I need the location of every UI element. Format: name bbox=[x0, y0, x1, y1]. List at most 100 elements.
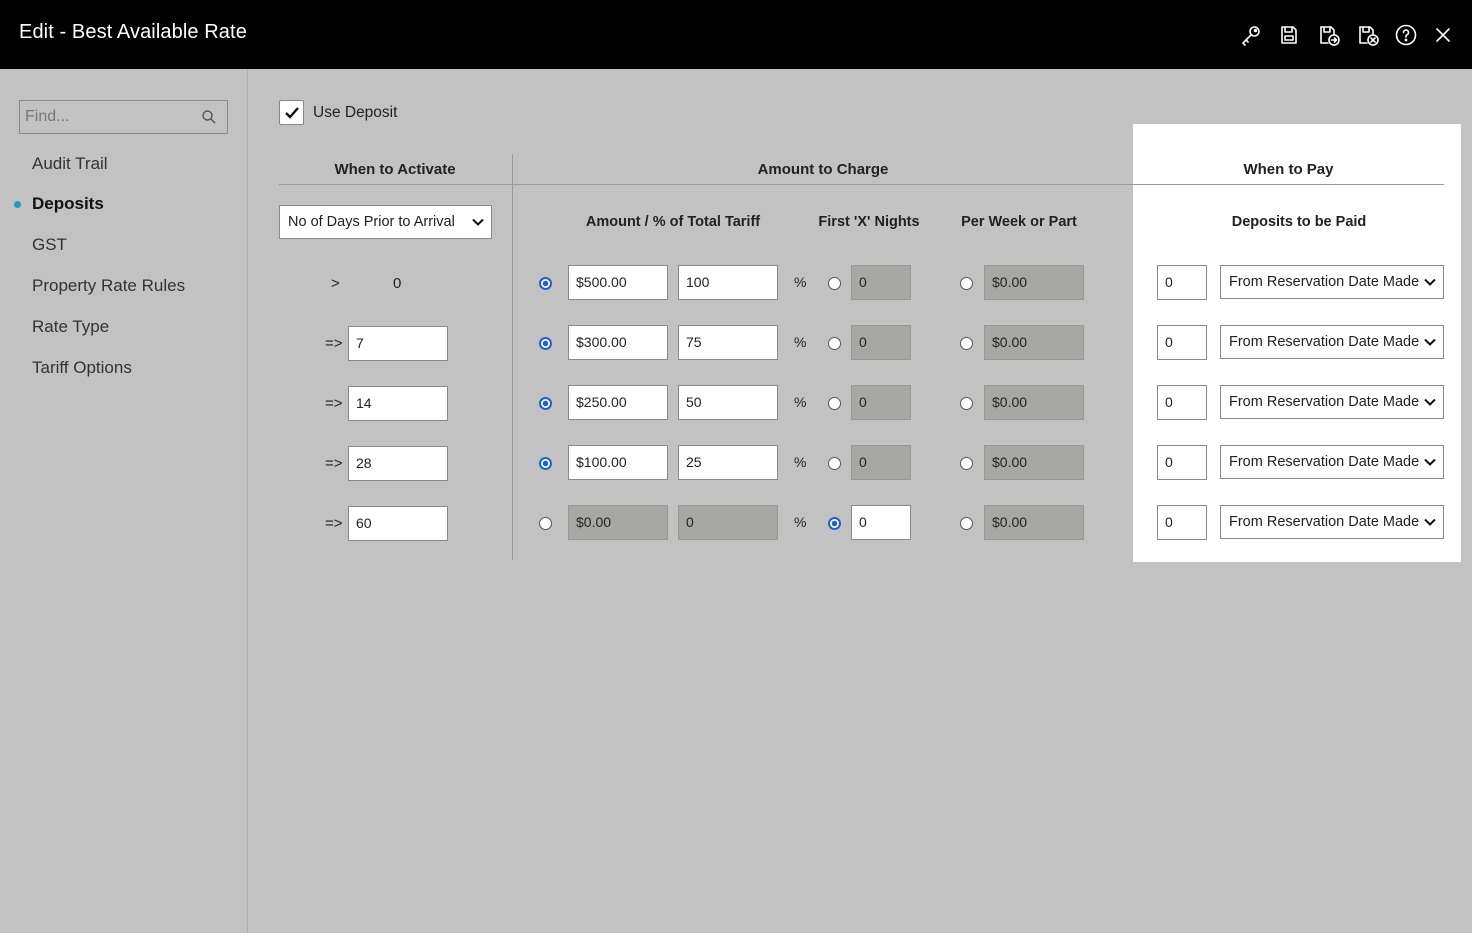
sidebar-item-gst[interactable]: GST bbox=[32, 235, 67, 255]
per-week-radio[interactable] bbox=[960, 277, 973, 290]
percent-field[interactable]: 75 bbox=[678, 325, 778, 360]
per-week-field: $0.00 bbox=[984, 505, 1084, 540]
pay-from-select[interactable]: From Reservation Date Made bbox=[1220, 505, 1444, 539]
save-and-close-icon[interactable] bbox=[1355, 22, 1381, 48]
pay-days-field[interactable]: 0 bbox=[1157, 445, 1207, 480]
sidebar-item-property-rate-rules[interactable]: Property Rate Rules bbox=[32, 276, 185, 296]
sidebar-item-tariff-options[interactable]: Tariff Options bbox=[32, 358, 132, 378]
row-operator: => bbox=[325, 455, 343, 472]
pay-days-field[interactable]: 0 bbox=[1157, 385, 1207, 420]
pay-from-select[interactable]: From Reservation Date Made bbox=[1220, 385, 1444, 419]
chevron-down-icon bbox=[472, 218, 484, 226]
row-days-field[interactable]: 7 bbox=[348, 326, 448, 361]
chevron-down-icon bbox=[1424, 518, 1436, 526]
per-week-radio[interactable] bbox=[960, 457, 973, 470]
pay-days-field[interactable]: 0 bbox=[1157, 505, 1207, 540]
nights-radio[interactable] bbox=[828, 397, 841, 410]
use-deposit-checkbox[interactable] bbox=[279, 100, 304, 125]
column-divider bbox=[512, 154, 513, 560]
search-input[interactable] bbox=[20, 101, 200, 133]
percent-field[interactable]: 25 bbox=[678, 445, 778, 480]
use-deposit-label: Use Deposit bbox=[313, 104, 398, 121]
amount-field[interactable]: $100.00 bbox=[568, 445, 668, 480]
percent-sign: % bbox=[794, 394, 807, 410]
row-days-value: 0 bbox=[393, 275, 402, 292]
per-week-field: $0.00 bbox=[984, 385, 1084, 420]
sidebar-item-deposits[interactable]: Deposits bbox=[32, 194, 104, 214]
chevron-down-icon bbox=[1424, 338, 1436, 346]
row-operator: => bbox=[325, 395, 343, 412]
window-title: Edit - Best Available Rate bbox=[19, 21, 247, 43]
amount-field[interactable]: $300.00 bbox=[568, 325, 668, 360]
per-week-field: $0.00 bbox=[984, 325, 1084, 360]
row-days-field[interactable]: 14 bbox=[348, 386, 448, 421]
chevron-down-icon bbox=[1424, 458, 1436, 466]
activate-select[interactable]: No of Days Prior to Arrival bbox=[279, 205, 492, 239]
nights-radio[interactable] bbox=[828, 337, 841, 350]
pay-days-field[interactable]: 0 bbox=[1157, 265, 1207, 300]
sidebar-item-rate-type[interactable]: Rate Type bbox=[32, 317, 109, 337]
header-divider bbox=[279, 184, 1444, 185]
amount-to-charge-header: Amount to Charge bbox=[757, 161, 889, 178]
per-week-header: Per Week or Part bbox=[961, 214, 1077, 230]
pay-from-value: From Reservation Date Made bbox=[1229, 274, 1420, 290]
nights-radio[interactable] bbox=[828, 457, 841, 470]
main-content: Use Deposit When to Activate Amount to C… bbox=[249, 69, 1472, 933]
percent-sign: % bbox=[794, 454, 807, 470]
title-bar: Edit - Best Available Rate bbox=[0, 0, 1472, 69]
search-icon[interactable] bbox=[201, 109, 217, 125]
row-operator: => bbox=[325, 335, 343, 352]
percent-field: 0 bbox=[678, 505, 778, 540]
nights-field[interactable]: 0 bbox=[851, 505, 911, 540]
sidebar: Audit Trail Deposits GST Property Rate R… bbox=[0, 69, 248, 933]
pay-days-field[interactable]: 0 bbox=[1157, 325, 1207, 360]
when-to-pay-header: When to Pay bbox=[1243, 161, 1334, 178]
amount-radio[interactable] bbox=[539, 457, 552, 470]
amount-radio[interactable] bbox=[539, 397, 552, 410]
amount-field[interactable]: $500.00 bbox=[568, 265, 668, 300]
row-days-field[interactable]: 28 bbox=[348, 446, 448, 481]
row-operator: => bbox=[325, 515, 343, 532]
amount-field: $0.00 bbox=[568, 505, 668, 540]
search-box bbox=[19, 100, 228, 134]
nights-field: 0 bbox=[851, 385, 911, 420]
amount-radio[interactable] bbox=[539, 517, 552, 530]
percent-field[interactable]: 100 bbox=[678, 265, 778, 300]
per-week-radio[interactable] bbox=[960, 337, 973, 350]
deposits-to-be-paid-header: Deposits to be Paid bbox=[1231, 214, 1367, 230]
per-week-radio[interactable] bbox=[960, 397, 973, 410]
per-week-field: $0.00 bbox=[984, 445, 1084, 480]
close-icon[interactable] bbox=[1430, 22, 1456, 48]
pay-from-value: From Reservation Date Made bbox=[1229, 514, 1420, 530]
per-week-radio[interactable] bbox=[960, 517, 973, 530]
amount-radio[interactable] bbox=[539, 337, 552, 350]
amount-field[interactable]: $250.00 bbox=[568, 385, 668, 420]
pay-from-select[interactable]: From Reservation Date Made bbox=[1220, 265, 1444, 299]
percent-field[interactable]: 50 bbox=[678, 385, 778, 420]
percent-sign: % bbox=[794, 514, 807, 530]
per-week-field: $0.00 bbox=[984, 265, 1084, 300]
sidebar-item-audit-trail[interactable]: Audit Trail bbox=[32, 154, 108, 174]
activate-select-value: No of Days Prior to Arrival bbox=[288, 214, 455, 230]
pay-from-select[interactable]: From Reservation Date Made bbox=[1220, 445, 1444, 479]
pay-from-value: From Reservation Date Made bbox=[1229, 394, 1420, 410]
help-icon[interactable] bbox=[1393, 22, 1419, 48]
first-x-nights-header: First 'X' Nights bbox=[818, 214, 920, 230]
save-icon[interactable] bbox=[1276, 22, 1302, 48]
active-indicator-dot bbox=[14, 201, 21, 208]
key-icon[interactable] bbox=[1238, 22, 1264, 48]
row-days-field[interactable]: 60 bbox=[348, 506, 448, 541]
check-icon bbox=[284, 106, 299, 119]
pay-from-value: From Reservation Date Made bbox=[1229, 334, 1420, 350]
nights-radio[interactable] bbox=[828, 517, 841, 530]
nights-field: 0 bbox=[851, 445, 911, 480]
percent-sign: % bbox=[794, 274, 807, 290]
pay-from-select[interactable]: From Reservation Date Made bbox=[1220, 325, 1444, 359]
chevron-down-icon bbox=[1424, 398, 1436, 406]
nights-field: 0 bbox=[851, 265, 911, 300]
save-and-exit-icon[interactable] bbox=[1316, 22, 1342, 48]
amount-radio[interactable] bbox=[539, 277, 552, 290]
pay-from-value: From Reservation Date Made bbox=[1229, 454, 1420, 470]
nights-radio[interactable] bbox=[828, 277, 841, 290]
chevron-down-icon bbox=[1424, 278, 1436, 286]
